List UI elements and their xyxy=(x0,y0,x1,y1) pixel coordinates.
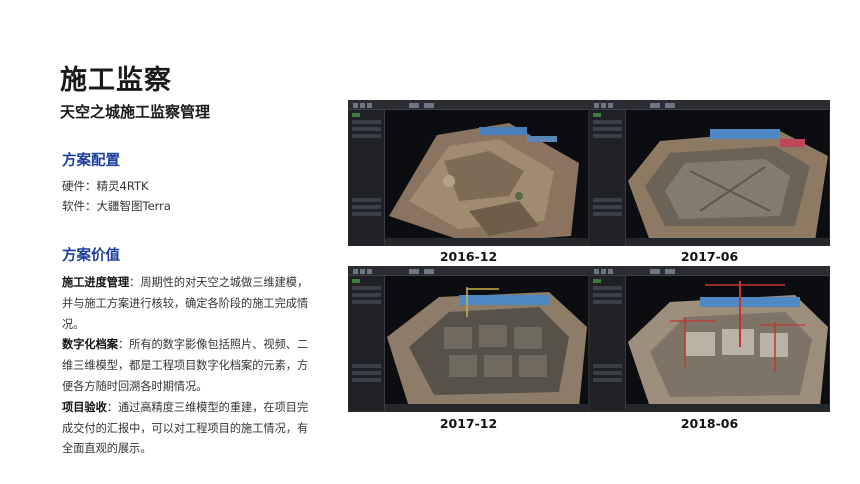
page-title: 施工监察 xyxy=(60,65,172,96)
snapshot-date-2: 2017-06 xyxy=(680,249,739,264)
config-heading: 方案配置 xyxy=(62,153,120,169)
site-model-screenshot-4 xyxy=(589,266,830,412)
value-item-progress: 施工进度管理：周期性的对天空之城做三维建模，并与施工方案进行核较，确定各阶段的施… xyxy=(62,276,309,331)
site-model-screenshot-2 xyxy=(589,100,830,246)
site-model-screenshot-3 xyxy=(348,266,589,412)
snapshot-date-3: 2017-12 xyxy=(439,416,498,431)
site-model-screenshot-1 xyxy=(348,100,589,246)
hardware-line: 硬件：精灵4RTK xyxy=(62,179,149,193)
value-item-acceptance: 项目验收：通过高精度三维模型的重建，在项目完成交付的汇报中，可以对工程项目的施工… xyxy=(62,400,309,456)
snapshot-date-4: 2018-06 xyxy=(680,416,739,431)
value-heading: 方案价值 xyxy=(62,248,120,264)
software-line: 软件：大疆智图Terra xyxy=(62,199,171,213)
value-list: 施工进度管理：周期性的对天空之城做三维建模，并与施工方案进行核较，确定各阶段的施… xyxy=(62,273,314,460)
snapshot-date-1: 2016-12 xyxy=(439,249,498,264)
value-item-archive: 数字化档案：所有的数字影像包括照片、视频、二维三维模型，都是工程项目数字化档案的… xyxy=(62,338,309,393)
page-subtitle: 天空之城施工监察管理 xyxy=(60,103,211,121)
